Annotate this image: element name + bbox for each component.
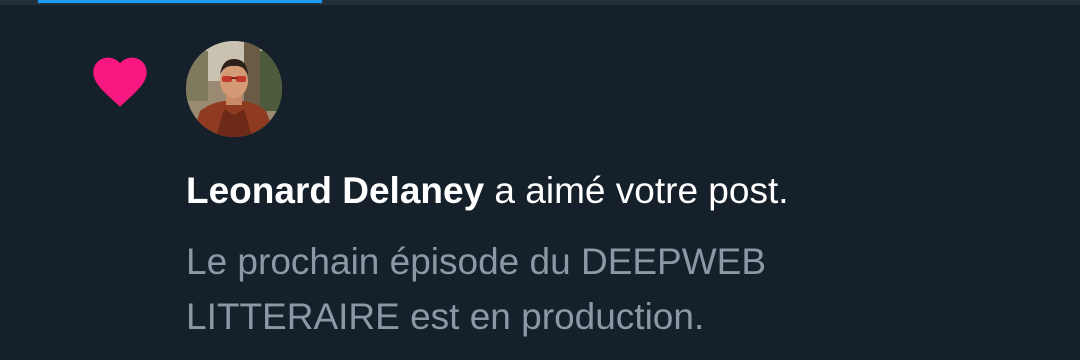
user-name-link[interactable]: Leonard Delaney: [186, 170, 484, 211]
notification-action-text: Leonard Delaney a aimé votre post.: [186, 167, 789, 215]
action-text: a aimé votre post.: [484, 170, 789, 211]
heart-icon: [93, 57, 147, 107]
post-excerpt-line: LITTERAIRE est en production.: [186, 296, 705, 337]
post-excerpt[interactable]: Le prochain épisode du DEEPWEB LITTERAIR…: [186, 234, 1046, 344]
avatar-image: [186, 41, 282, 137]
post-excerpt-line: Le prochain épisode du DEEPWEB: [186, 241, 767, 282]
like-notification[interactable]: Leonard Delaney a aimé votre post. Le pr…: [0, 5, 1080, 360]
active-tab-indicator: [38, 0, 322, 3]
avatar[interactable]: [186, 41, 282, 137]
